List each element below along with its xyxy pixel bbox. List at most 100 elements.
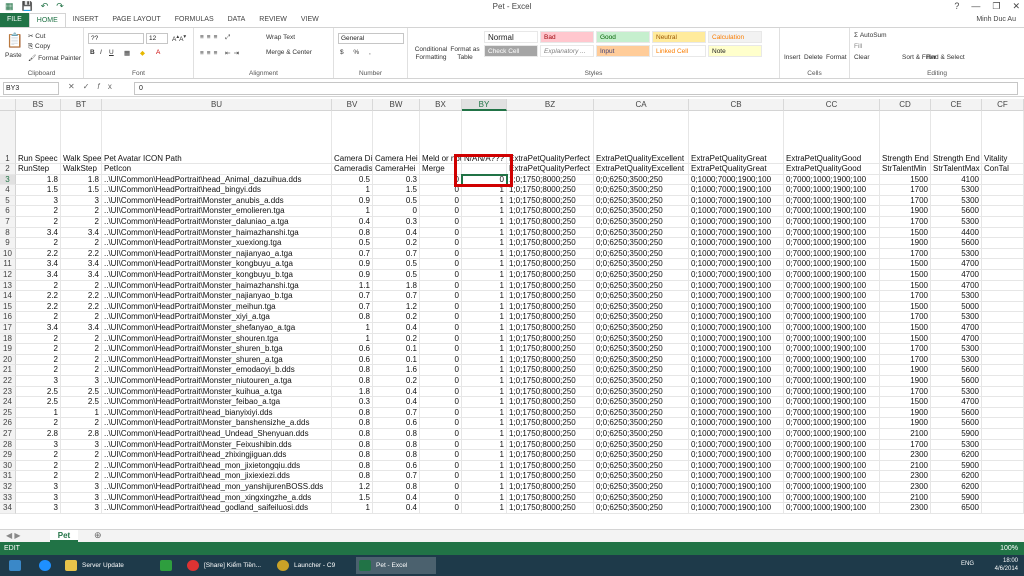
cell-cc30[interactable]: 0;7000;1000;1900;100 — [784, 460, 880, 472]
column-header-bz[interactable]: BZ — [507, 99, 594, 111]
cell-bs16[interactable]: 2 — [16, 312, 61, 323]
cell-ca20[interactable]: 0;0;6250;3500;250 — [594, 354, 689, 366]
cell-bs6[interactable]: 2 — [16, 206, 61, 217]
paste-button[interactable]: Paste — [5, 52, 22, 59]
cell-bt33[interactable]: 3 — [61, 492, 102, 504]
column-header-bu[interactable]: BU — [102, 99, 332, 111]
cell-cd10[interactable]: 1700 — [880, 248, 931, 260]
cell-ce24[interactable]: 4700 — [931, 397, 982, 408]
cell-bw28[interactable]: 0.8 — [373, 439, 420, 451]
cell-cc32[interactable]: 0;7000;1000;1900;100 — [784, 482, 880, 493]
cell-ce9[interactable]: 5600 — [931, 238, 982, 249]
cell-bs13[interactable]: 2 — [16, 280, 61, 292]
cell-bt5[interactable]: 3 — [61, 195, 102, 207]
cell-bx4[interactable]: 0 — [420, 185, 462, 196]
cell-bw33[interactable]: 0.4 — [373, 492, 420, 504]
cell-bw4[interactable]: 1.5 — [373, 185, 420, 196]
cell-bu12[interactable]: ..\UI\Common\HeadPortrait\Monster_kongbu… — [102, 270, 332, 281]
cell-bz5[interactable]: 1;0;1750;8000;250 — [507, 195, 594, 207]
taskbar-ie[interactable] — [32, 557, 58, 574]
cell-bu32[interactable]: ..\UI\Common\HeadPortrait\head_mon_yansh… — [102, 482, 332, 493]
cell-ca32[interactable]: 0;0;6250;3500;250 — [594, 482, 689, 493]
cell-cb32[interactable]: 0;1000;7000;1900;100 — [689, 482, 784, 493]
cell-cf21[interactable] — [982, 365, 1024, 376]
number-format-box[interactable]: General — [338, 33, 404, 44]
cell-bx30[interactable]: 0 — [420, 460, 462, 472]
cell-bx9[interactable]: 0 — [420, 238, 462, 249]
cell-bt21[interactable]: 2 — [61, 365, 102, 376]
taskbar-server-update[interactable]: Server Update — [62, 557, 150, 574]
cell-cd11[interactable]: 1500 — [880, 259, 931, 270]
cell-bu27[interactable]: ..\UI\Common\HeadPortrait\head_Undead_Sh… — [102, 429, 332, 440]
cell-cf7[interactable] — [982, 217, 1024, 228]
row-header[interactable]: 13 — [0, 280, 16, 292]
cell-ca18[interactable]: 0;0;6250;3500;250 — [594, 333, 689, 345]
cell-ca9[interactable]: 0;0;6250;3500;250 — [594, 238, 689, 249]
cell-cc28[interactable]: 0;7000;1000;1900;100 — [784, 439, 880, 451]
cell-ca23[interactable]: 0;0;6250;3500;250 — [594, 386, 689, 398]
cell-bv29[interactable]: 0.8 — [332, 450, 373, 461]
cell-cc21[interactable]: 0;7000;1000;1900;100 — [784, 365, 880, 376]
cell-bu24[interactable]: ..\UI\Common\HeadPortrait\Monster_feibao… — [102, 397, 332, 408]
cell-bz2[interactable]: ExtraPetQualityPerfect — [507, 164, 594, 175]
find-select-button[interactable]: Find & Select — [926, 54, 965, 61]
cell-ca12[interactable]: 0;0;6250;3500;250 — [594, 270, 689, 281]
cell-bz23[interactable]: 1;0;1750;8000;250 — [507, 386, 594, 398]
start-button[interactable] — [2, 557, 28, 574]
cell-bt27[interactable]: 2.8 — [61, 429, 102, 440]
conditional-formatting-button[interactable]: Conditional Formatting — [412, 46, 450, 62]
row-header[interactable]: 10 — [0, 248, 16, 260]
cell-bw23[interactable]: 0.4 — [373, 386, 420, 398]
cell-ce19[interactable]: 5300 — [931, 344, 982, 355]
cell-cd27[interactable]: 2100 — [880, 429, 931, 440]
cell-cf9[interactable] — [982, 238, 1024, 249]
cell-bz6[interactable]: 1;0;1750;8000;250 — [507, 206, 594, 217]
row-header[interactable]: 18 — [0, 333, 16, 345]
cell-bs32[interactable]: 3 — [16, 482, 61, 493]
cell-bu25[interactable]: ..\UI\Common\HeadPortrait\head_bianyixiy… — [102, 407, 332, 419]
column-header-bw[interactable]: BW — [373, 99, 420, 111]
cell-bu17[interactable]: ..\UI\Common\HeadPortrait\Monster_shefan… — [102, 323, 332, 334]
cell-bw5[interactable]: 0.5 — [373, 195, 420, 207]
font-name-box[interactable]: ?? — [88, 33, 144, 44]
cell-cb12[interactable]: 0;1000;7000;1900;100 — [689, 270, 784, 281]
cell-cc34[interactable]: 0;7000;1000;1900;100 — [784, 503, 880, 514]
cell-cb3[interactable]: 0;1000;7000;1900;100 — [689, 174, 784, 186]
cell-bt16[interactable]: 2 — [61, 312, 102, 323]
row-header[interactable]: 23 — [0, 386, 16, 398]
cell-cb6[interactable]: 0;1000;7000;1900;100 — [689, 206, 784, 217]
cell-bx33[interactable]: 0 — [420, 492, 462, 504]
cell-bx29[interactable]: 0 — [420, 450, 462, 461]
cell-bu10[interactable]: ..\UI\Common\HeadPortrait\Monster_najian… — [102, 248, 332, 260]
row-header[interactable]: 14 — [0, 291, 16, 302]
row-header[interactable]: 4 — [0, 185, 16, 196]
minimize-icon[interactable]: — — [971, 1, 980, 12]
cell-bs10[interactable]: 2.2 — [16, 248, 61, 260]
cell-bt2[interactable]: WalkStep — [61, 164, 102, 175]
cell-cd2[interactable]: StrTalentMin — [880, 164, 931, 175]
cell-bu15[interactable]: ..\UI\Common\HeadPortrait\Monster_meihun… — [102, 301, 332, 313]
cell-ca29[interactable]: 0;0;6250;3500;250 — [594, 450, 689, 461]
cell-bt15[interactable]: 2.2 — [61, 301, 102, 313]
cell-cc10[interactable]: 0;7000;1000;1900;100 — [784, 248, 880, 260]
tab-view[interactable]: VIEW — [294, 13, 326, 27]
cell-bt14[interactable]: 2.2 — [61, 291, 102, 302]
cell-bz26[interactable]: 1;0;1750;8000;250 — [507, 418, 594, 429]
font-size-box[interactable]: 12 — [146, 33, 168, 44]
cell-bx12[interactable]: 0 — [420, 270, 462, 281]
cell-by27[interactable]: 1 — [462, 429, 507, 440]
cell-bt6[interactable]: 2 — [61, 206, 102, 217]
cell-bv22[interactable]: 0.8 — [332, 376, 373, 387]
cell-bt22[interactable]: 3 — [61, 376, 102, 387]
column-header-ca[interactable]: CA — [594, 99, 689, 111]
cell-bt9[interactable]: 2 — [61, 238, 102, 249]
cell-bu22[interactable]: ..\UI\Common\HeadPortrait\Monster_niutou… — [102, 376, 332, 387]
row-header[interactable]: 22 — [0, 376, 16, 387]
cell-ca3[interactable]: 0;0;6250;3500;250 — [594, 174, 689, 186]
cell-cc15[interactable]: 0;7000;1000;1900;100 — [784, 301, 880, 313]
cell-bx34[interactable]: 0 — [420, 503, 462, 514]
cell-bz21[interactable]: 1;0;1750;8000;250 — [507, 365, 594, 376]
cell-bw13[interactable]: 1.8 — [373, 280, 420, 292]
cell-bs17[interactable]: 3.4 — [16, 323, 61, 334]
cell-bt30[interactable]: 2 — [61, 460, 102, 472]
